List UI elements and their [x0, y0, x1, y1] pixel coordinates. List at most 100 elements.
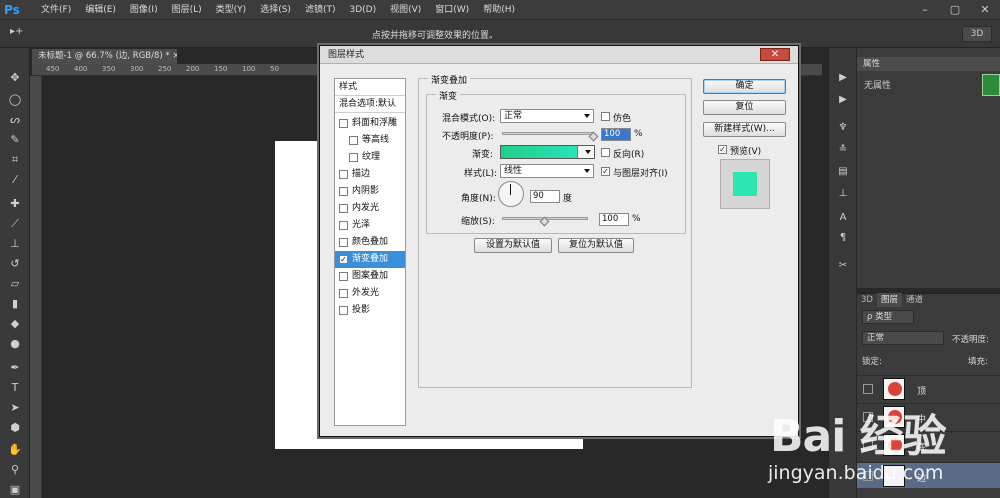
style-item[interactable]: ✓ 渐变叠加	[335, 251, 405, 268]
eyedropper-tool-icon[interactable]: ⁄	[6, 172, 24, 188]
style-item[interactable]: 描边	[335, 166, 405, 183]
dialog-close-button[interactable]: ✕	[760, 48, 790, 61]
reset-to-default-button[interactable]: 复位为默认值	[558, 238, 634, 253]
maximize-button[interactable]: ▢	[940, 0, 970, 20]
menu-view[interactable]: 视图(V)	[383, 0, 428, 20]
actions-icon[interactable]: ▶	[835, 92, 851, 108]
blending-options-item[interactable]: 混合选项:默认	[335, 96, 405, 113]
move-tool-preset-icon[interactable]: ▸+	[10, 26, 23, 37]
style-item-checkbox[interactable]	[339, 204, 348, 213]
document-tab[interactable]: 未标题-1 @ 66.7% (边, RGB/8) * ×	[32, 49, 177, 64]
crop-tool-icon[interactable]: ⌗	[6, 152, 24, 168]
lasso-tool-icon[interactable]: ᔕ	[6, 112, 24, 128]
brush-tool-icon[interactable]: ⟋	[6, 216, 24, 232]
menu-edit[interactable]: 编辑(E)	[78, 0, 123, 20]
menu-window[interactable]: 窗口(W)	[428, 0, 476, 20]
style-item-checkbox[interactable]	[339, 289, 348, 298]
reset-button[interactable]: 复位	[703, 100, 786, 115]
style-item[interactable]: 内发光	[335, 200, 405, 217]
menu-help[interactable]: 帮助(H)	[476, 0, 522, 20]
menu-image[interactable]: 图像(I)	[123, 0, 165, 20]
style-item[interactable]: 颜色叠加	[335, 234, 405, 251]
dodge-tool-icon[interactable]: ●	[6, 336, 24, 352]
history-icon[interactable]: ▶	[835, 70, 851, 86]
align-with-layer-checkbox[interactable]: ✓	[601, 167, 610, 176]
reverse-checkbox[interactable]	[601, 148, 610, 157]
gradient-style-select[interactable]: 线性	[500, 164, 594, 178]
marquee-tool-icon[interactable]: ◯	[6, 92, 24, 108]
tab-layers[interactable]: 图层	[876, 293, 902, 307]
quick-select-tool-icon[interactable]: ✎	[6, 132, 24, 148]
style-item-checkbox[interactable]	[339, 272, 348, 281]
menu-select[interactable]: 选择(S)	[253, 0, 298, 20]
style-item[interactable]: 等高线	[335, 132, 405, 149]
opacity-slider[interactable]	[502, 132, 594, 135]
ok-button[interactable]: 确定	[703, 79, 786, 94]
paragraph-icon[interactable]: ¶	[835, 230, 851, 246]
style-item[interactable]: 光泽	[335, 217, 405, 234]
angle-input[interactable]: 90	[530, 190, 560, 203]
blend-mode-select[interactable]: 正常	[500, 109, 594, 123]
window-close-button[interactable]: ✕	[970, 0, 1000, 20]
tab-3d[interactable]: 3D	[857, 293, 877, 307]
menu-3d[interactable]: 3D(D)	[342, 0, 383, 20]
document-tab-close-icon[interactable]: ×	[172, 51, 177, 61]
style-item-checkbox[interactable]	[339, 187, 348, 196]
healing-brush-icon[interactable]: ✚	[6, 196, 24, 212]
style-item[interactable]: 外发光	[335, 285, 405, 302]
new-style-button[interactable]: 新建样式(W)...	[703, 122, 786, 137]
layer-row[interactable]: 顶	[857, 375, 1000, 401]
style-item-checkbox[interactable]	[349, 153, 358, 162]
gradient-dropdown-button[interactable]	[577, 146, 594, 158]
style-item-checkbox[interactable]	[339, 119, 348, 128]
style-item[interactable]: 投影	[335, 302, 405, 319]
hand-tool-icon[interactable]: ✋	[6, 442, 24, 458]
opacity-input[interactable]: 100	[601, 128, 631, 141]
menu-type[interactable]: 类型(Y)	[209, 0, 254, 20]
pen-tool-icon[interactable]: ✒	[6, 360, 24, 376]
history-brush-icon[interactable]: ↺	[6, 256, 24, 272]
style-item[interactable]: 纹理	[335, 149, 405, 166]
character-icon[interactable]: A	[835, 210, 851, 226]
clone-stamp-icon[interactable]: ⊥	[6, 236, 24, 252]
brush-preset-icon[interactable]: ♆	[835, 120, 851, 136]
adjustments-icon[interactable]: ≛	[835, 142, 851, 158]
clone-source-icon[interactable]: ▤	[835, 164, 851, 180]
minimize-button[interactable]: –	[910, 0, 940, 20]
style-item-checkbox[interactable]	[339, 221, 348, 230]
layer-filter-select[interactable]: ρ 类型	[862, 310, 914, 324]
properties-tab[interactable]: 属性	[857, 57, 1000, 71]
menu-layer[interactable]: 图层(L)	[165, 0, 209, 20]
style-item[interactable]: 图案叠加	[335, 268, 405, 285]
style-item-checkbox[interactable]	[339, 238, 348, 247]
tools-options-icon[interactable]: ✂	[835, 258, 851, 274]
layer-blend-mode-select[interactable]: 正常	[862, 331, 944, 345]
styles-header[interactable]: 样式	[335, 79, 405, 96]
style-item-checkbox[interactable]: ✓	[339, 255, 348, 264]
tab-channels[interactable]: 通道	[902, 293, 927, 307]
dither-checkbox[interactable]	[601, 112, 610, 121]
eraser-tool-icon[interactable]: ▱	[6, 276, 24, 292]
make-default-button[interactable]: 设置为默认值	[474, 238, 552, 253]
move-tool-icon[interactable]: ✥	[6, 70, 24, 86]
blur-tool-icon[interactable]: ◆	[6, 316, 24, 332]
zoom-tool-icon[interactable]: ⚲	[6, 462, 24, 478]
visibility-toggle-icon[interactable]	[863, 384, 873, 394]
path-select-icon[interactable]: ➤	[6, 400, 24, 416]
scale-input[interactable]: 100	[599, 213, 629, 226]
preview-checkbox[interactable]: ✓	[718, 145, 727, 154]
tool-presets-icon[interactable]: ⊥	[835, 186, 851, 202]
style-item-checkbox[interactable]	[339, 306, 348, 315]
menu-filter[interactable]: 滤镜(T)	[298, 0, 343, 20]
shape-tool-icon[interactable]: ⬢	[6, 420, 24, 436]
color-swatches-icon[interactable]: ▣	[6, 482, 24, 498]
style-item[interactable]: 内阴影	[335, 183, 405, 200]
style-item[interactable]: 斜面和浮雕	[335, 115, 405, 132]
style-item-checkbox[interactable]	[339, 170, 348, 179]
style-item-checkbox[interactable]	[349, 136, 358, 145]
menu-file[interactable]: 文件(F)	[34, 0, 78, 20]
angle-dial[interactable]	[498, 181, 524, 207]
workspace-3d-button[interactable]: 3D	[962, 26, 992, 42]
gradient-tool-icon[interactable]: ▮	[6, 296, 24, 312]
type-tool-icon[interactable]: T	[6, 380, 24, 396]
